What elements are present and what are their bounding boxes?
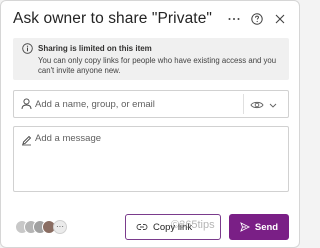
help-button[interactable] <box>250 12 264 26</box>
more-options-button[interactable] <box>227 12 241 26</box>
chevron-down-icon <box>269 103 277 108</box>
close-button[interactable] <box>273 12 287 26</box>
send-label: Send <box>254 221 279 233</box>
banner-body: You can only copy links for people who h… <box>38 56 277 75</box>
close-icon <box>275 14 285 24</box>
link-icon <box>136 224 148 230</box>
message-input[interactable] <box>35 133 281 185</box>
dialog-title: Ask owner to share "Private" <box>13 10 213 27</box>
more-horizontal-icon <box>228 18 240 20</box>
copy-link-button[interactable]: Copy link <box>125 214 221 240</box>
recipients-field <box>13 90 289 118</box>
info-icon <box>22 43 33 54</box>
send-button[interactable]: Send <box>229 214 289 240</box>
share-dialog: Ask owner to share "Private" Sharing is … <box>0 0 300 248</box>
field-divider <box>243 94 244 114</box>
eye-icon <box>250 101 264 109</box>
help-circle-icon <box>251 13 263 25</box>
recipients-input[interactable] <box>35 91 240 117</box>
person-icon <box>21 98 32 110</box>
send-icon <box>240 222 250 232</box>
sharing-limited-banner: Sharing is limited on this item You can … <box>13 38 289 80</box>
pencil-icon <box>22 135 32 146</box>
copy-link-label: Copy link <box>153 221 193 233</box>
banner-heading: Sharing is limited on this item <box>38 44 152 53</box>
permission-dropdown[interactable] <box>250 98 286 112</box>
message-field <box>13 126 289 192</box>
more-people-indicator: ··· <box>53 220 67 234</box>
